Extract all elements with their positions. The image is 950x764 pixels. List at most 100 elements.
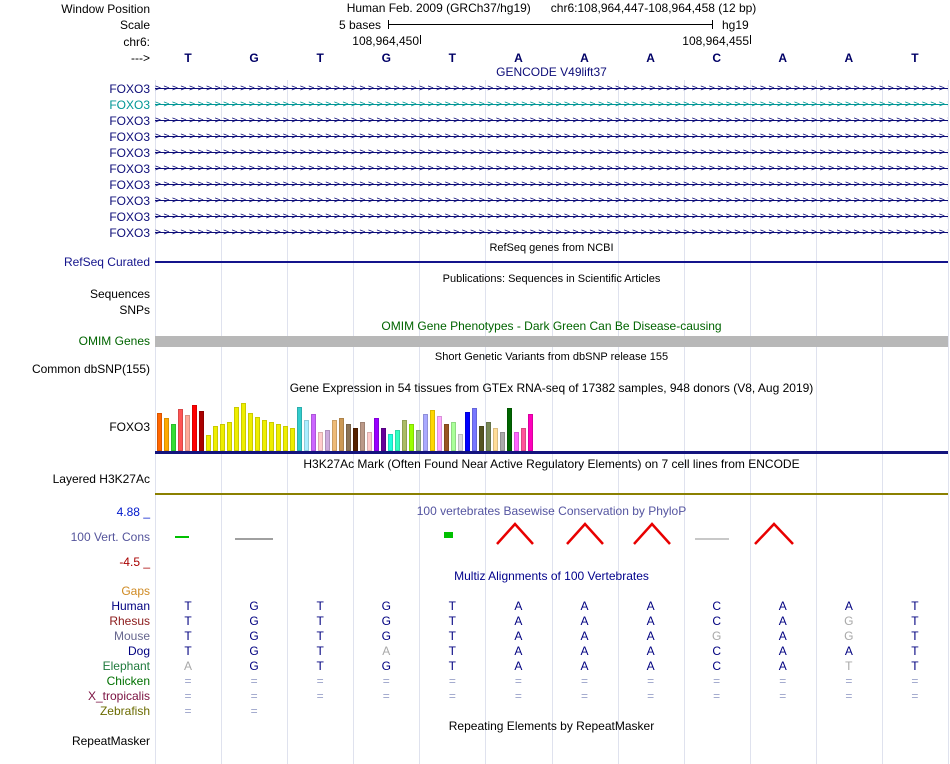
- gtex-bar[interactable]: [206, 435, 211, 451]
- omim-genes-label[interactable]: OMIM Genes: [0, 334, 150, 348]
- gtex-bar[interactable]: [164, 418, 169, 451]
- species-label[interactable]: Rhesus: [0, 614, 150, 628]
- gene-track-label[interactable]: FOXO3: [0, 194, 150, 208]
- gtex-bar[interactable]: [290, 428, 295, 451]
- gtex-bar[interactable]: [297, 407, 302, 451]
- gene-track-label[interactable]: FOXO3: [0, 114, 150, 128]
- gene-transcript-row[interactable]: >>>>>>>>>>>>>>>>>>>>>>>>>>>>>>>>>>>>>>>>…: [155, 81, 948, 97]
- gtex-bar[interactable]: [157, 413, 162, 451]
- gene-transcript-row[interactable]: >>>>>>>>>>>>>>>>>>>>>>>>>>>>>>>>>>>>>>>>…: [155, 193, 948, 209]
- species-label[interactable]: Mouse: [0, 629, 150, 643]
- gtex-bar[interactable]: [367, 432, 372, 451]
- gtex-bar[interactable]: [262, 420, 267, 451]
- gtex-bar[interactable]: [311, 414, 316, 451]
- gtex-bar[interactable]: [507, 408, 512, 451]
- gtex-bar[interactable]: [528, 414, 533, 451]
- gtex-bar[interactable]: [451, 422, 456, 451]
- gtex-bar[interactable]: [381, 428, 386, 451]
- gene-transcript-row[interactable]: >>>>>>>>>>>>>>>>>>>>>>>>>>>>>>>>>>>>>>>>…: [155, 177, 948, 193]
- gtex-bar[interactable]: [521, 428, 526, 451]
- gene-track-label[interactable]: FOXO3: [0, 82, 150, 96]
- gtex-bar[interactable]: [388, 434, 393, 451]
- phylop-conservation-track[interactable]: [155, 514, 948, 560]
- gene-track-label[interactable]: FOXO3: [0, 130, 150, 144]
- repeatmasker-track-title[interactable]: Repeating Elements by RepeatMasker: [155, 720, 948, 733]
- gtex-bar[interactable]: [227, 422, 232, 451]
- gtex-track-title[interactable]: Gene Expression in 54 tissues from GTEx …: [155, 382, 948, 395]
- gtex-bar[interactable]: [458, 434, 463, 451]
- gene-track-label[interactable]: FOXO3: [0, 146, 150, 160]
- refseq-curated-label[interactable]: RefSeq Curated: [0, 255, 150, 269]
- gtex-bar[interactable]: [416, 430, 421, 451]
- gtex-bar[interactable]: [192, 405, 197, 451]
- gtex-bar[interactable]: [304, 420, 309, 451]
- gtex-bar[interactable]: [423, 414, 428, 451]
- gene-transcript-row[interactable]: >>>>>>>>>>>>>>>>>>>>>>>>>>>>>>>>>>>>>>>>…: [155, 97, 948, 113]
- gene-transcript-row[interactable]: >>>>>>>>>>>>>>>>>>>>>>>>>>>>>>>>>>>>>>>>…: [155, 129, 948, 145]
- gene-transcript-row[interactable]: >>>>>>>>>>>>>>>>>>>>>>>>>>>>>>>>>>>>>>>>…: [155, 161, 948, 177]
- omim-gene-bar[interactable]: [155, 336, 948, 347]
- phylop-track-label[interactable]: 100 Vert. Cons: [0, 530, 150, 544]
- gtex-bar[interactable]: [437, 416, 442, 451]
- gene-transcript-row[interactable]: >>>>>>>>>>>>>>>>>>>>>>>>>>>>>>>>>>>>>>>>…: [155, 113, 948, 129]
- gtex-bar[interactable]: [472, 408, 477, 451]
- species-label[interactable]: X_tropicalis: [0, 689, 150, 703]
- gene-transcript-row[interactable]: >>>>>>>>>>>>>>>>>>>>>>>>>>>>>>>>>>>>>>>>…: [155, 209, 948, 225]
- repeatmasker-label[interactable]: RepeatMasker: [0, 734, 150, 748]
- gtex-bar[interactable]: [402, 420, 407, 451]
- multiz-track-title[interactable]: Multiz Alignments of 100 Vertebrates: [155, 570, 948, 583]
- species-label[interactable]: Gaps: [0, 584, 150, 598]
- gtex-bar[interactable]: [318, 432, 323, 451]
- gtex-bar[interactable]: [283, 426, 288, 451]
- refseq-track-title[interactable]: RefSeq genes from NCBI: [155, 242, 948, 255]
- gtex-bar[interactable]: [213, 426, 218, 451]
- gtex-bar[interactable]: [353, 428, 358, 451]
- gtex-bar[interactable]: [374, 418, 379, 451]
- gtex-bar[interactable]: [178, 409, 183, 451]
- gtex-bar[interactable]: [346, 424, 351, 451]
- gtex-bar[interactable]: [332, 420, 337, 451]
- gene-track-label[interactable]: FOXO3: [0, 226, 150, 240]
- layered-h3k27ac-label[interactable]: Layered H3K27Ac: [0, 472, 150, 486]
- gtex-bar[interactable]: [255, 417, 260, 451]
- gtex-bar[interactable]: [339, 418, 344, 451]
- omim-track-title[interactable]: OMIM Gene Phenotypes - Dark Green Can Be…: [155, 320, 948, 333]
- gtex-bar[interactable]: [241, 403, 246, 451]
- gtex-bar[interactable]: [276, 424, 281, 451]
- species-label[interactable]: Dog: [0, 644, 150, 658]
- common-dbsnp-label[interactable]: Common dbSNP(155): [0, 362, 150, 376]
- gene-transcript-row[interactable]: >>>>>>>>>>>>>>>>>>>>>>>>>>>>>>>>>>>>>>>>…: [155, 225, 948, 241]
- species-label[interactable]: Chicken: [0, 674, 150, 688]
- gtex-bar[interactable]: [479, 426, 484, 451]
- gtex-bar[interactable]: [171, 424, 176, 451]
- gtex-bar[interactable]: [409, 424, 414, 451]
- gtex-gene-label[interactable]: FOXO3: [0, 420, 150, 434]
- gene-track-label[interactable]: FOXO3: [0, 178, 150, 192]
- publications-snps-label[interactable]: SNPs: [0, 303, 150, 317]
- phylop-track-title[interactable]: 100 vertebrates Basewise Conservation by…: [155, 505, 948, 518]
- gtex-bar[interactable]: [500, 432, 505, 451]
- gtex-bar[interactable]: [325, 430, 330, 451]
- gencode-track-title[interactable]: GENCODE V49lift37: [155, 66, 948, 79]
- gtex-bar[interactable]: [514, 432, 519, 451]
- species-label[interactable]: Zebrafish: [0, 704, 150, 718]
- species-label[interactable]: Human: [0, 599, 150, 613]
- h3k27ac-track-title[interactable]: H3K27Ac Mark (Often Found Near Active Re…: [155, 458, 948, 471]
- gene-track-label[interactable]: FOXO3: [0, 162, 150, 176]
- gtex-bar[interactable]: [220, 424, 225, 451]
- publications-track-title[interactable]: Publications: Sequences in Scientific Ar…: [155, 273, 948, 286]
- gene-transcript-row[interactable]: >>>>>>>>>>>>>>>>>>>>>>>>>>>>>>>>>>>>>>>>…: [155, 145, 948, 161]
- gtex-bar[interactable]: [430, 410, 435, 451]
- gtex-bar[interactable]: [465, 412, 470, 451]
- species-label[interactable]: Elephant: [0, 659, 150, 673]
- gtex-bar[interactable]: [248, 413, 253, 451]
- gtex-bar[interactable]: [444, 424, 449, 451]
- gtex-bar[interactable]: [486, 422, 491, 451]
- gene-track-label[interactable]: FOXO3: [0, 210, 150, 224]
- gtex-bar[interactable]: [493, 428, 498, 451]
- refseq-curated-item[interactable]: [155, 261, 948, 263]
- dbsnp-track-title[interactable]: Short Genetic Variants from dbSNP releas…: [155, 351, 948, 364]
- gtex-bar[interactable]: [395, 430, 400, 451]
- gtex-bar[interactable]: [269, 422, 274, 451]
- gtex-bar[interactable]: [199, 411, 204, 451]
